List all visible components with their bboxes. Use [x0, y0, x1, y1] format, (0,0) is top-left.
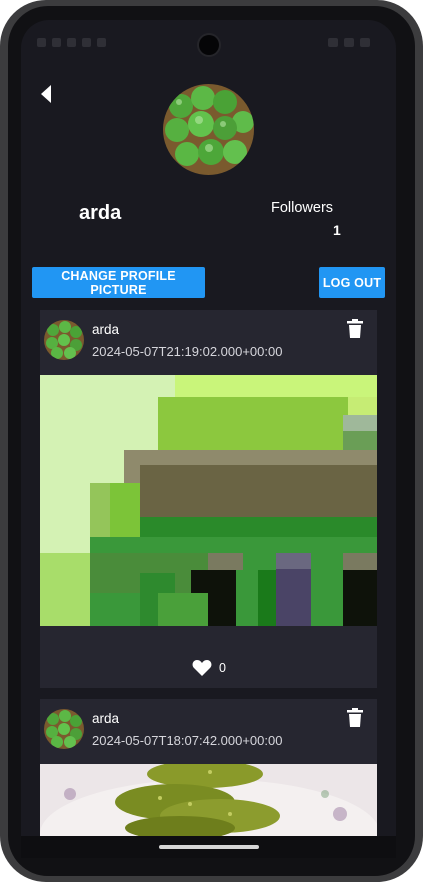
trash-icon[interactable]: [346, 319, 364, 339]
phone-frame: arda Followers 1 CHANGE PROFILE PICTURE …: [0, 0, 423, 882]
change-profile-picture-button[interactable]: CHANGE PROFILE PICTURE: [32, 267, 205, 298]
status-icons-left: [37, 38, 106, 47]
post-timestamp: 2024-05-07T18:07:42.000+00:00: [92, 733, 283, 748]
pixelated-green-image: [40, 375, 377, 626]
notification-icon: [37, 38, 46, 47]
peas-image: [44, 709, 84, 749]
post-card: arda 2024-05-07T21:19:02.000+00:00 0: [40, 310, 377, 688]
status-icons-right: [328, 38, 370, 47]
notification-icon: [67, 38, 76, 47]
logout-button[interactable]: LOG OUT: [319, 267, 385, 298]
post-avatar: [44, 320, 84, 360]
status-bar: [21, 20, 396, 70]
trash-icon[interactable]: [346, 708, 364, 728]
navigation-bar: [21, 836, 396, 858]
post-avatar: [44, 709, 84, 749]
back-arrow-icon[interactable]: [38, 83, 58, 105]
app-screen: arda Followers 1 CHANGE PROFILE PICTURE …: [21, 20, 396, 858]
post-username: arda: [92, 322, 120, 337]
peas-image: [44, 320, 84, 360]
like-row: 0: [192, 659, 226, 677]
signal-icon: [344, 38, 354, 47]
followers-count[interactable]: 1: [333, 222, 341, 238]
battery-icon: [360, 38, 370, 47]
followers-label: Followers: [271, 200, 334, 216]
like-count: 0: [219, 661, 226, 675]
post-image[interactable]: [40, 375, 377, 626]
notification-icon: [97, 38, 106, 47]
post-card: arda 2024-05-07T18:07:42.000+00:00: [40, 699, 377, 858]
home-gesture-handle[interactable]: [159, 845, 259, 849]
wifi-icon: [328, 38, 338, 47]
front-camera: [199, 35, 219, 55]
peas-image: [163, 84, 254, 175]
post-username: arda: [92, 711, 120, 726]
post-timestamp: 2024-05-07T21:19:02.000+00:00: [92, 344, 283, 359]
notification-icon: [82, 38, 91, 47]
heart-icon[interactable]: [192, 659, 212, 677]
notification-icon: [52, 38, 61, 47]
profile-avatar: [163, 84, 254, 175]
profile-username: arda: [79, 202, 122, 224]
